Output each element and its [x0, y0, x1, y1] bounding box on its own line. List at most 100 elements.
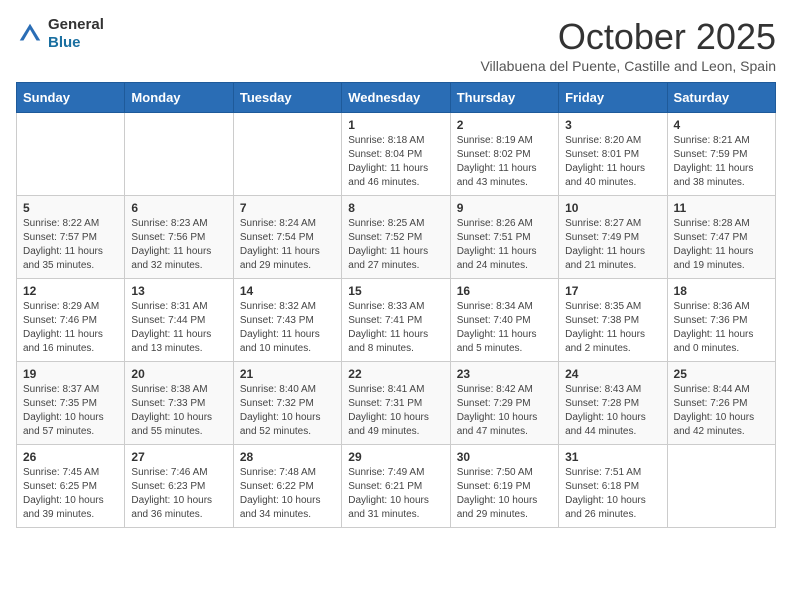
- day-number: 20: [131, 367, 226, 381]
- calendar-cell: 23Sunrise: 8:42 AMSunset: 7:29 PMDayligh…: [450, 362, 558, 445]
- weekday-header-thursday: Thursday: [450, 83, 558, 113]
- calendar-cell: 5 Sunrise: 8:22 AMSunset: 7:57 PMDaylight…: [17, 196, 125, 279]
- calendar-cell: 7Sunrise: 8:24 AMSunset: 7:54 PMDaylight…: [233, 196, 341, 279]
- day-number: 12: [23, 284, 118, 298]
- calendar-week-row: 26Sunrise: 7:45 AMSunset: 6:25 PMDayligh…: [17, 445, 776, 528]
- calendar-cell: 6 Sunrise: 8:23 AMSunset: 7:56 PMDaylight…: [125, 196, 233, 279]
- calendar-week-row: 19 Sunrise: 8:37 AMSunset: 7:35 PMDayligh…: [17, 362, 776, 445]
- day-info: Sunrise: 7:50 AMSunset: 6:19 PMDaylight:…: [457, 466, 552, 522]
- day-number: 19: [23, 367, 118, 381]
- calendar-cell: 4Sunrise: 8:21 AMSunset: 7:59 PMDaylight…: [667, 113, 775, 196]
- day-info: Sunrise: 7:46 AMSunset: 6:23 PMDaylight:…: [131, 466, 226, 522]
- calendar-cell: 3Sunrise: 8:20 AMSunset: 8:01 PMDaylight…: [559, 113, 667, 196]
- day-info: Sunrise: 8:28 AMSunset: 7:47 PMDaylight:…: [674, 217, 769, 273]
- weekday-header-wednesday: Wednesday: [342, 83, 450, 113]
- calendar-table: SundayMondayTuesdayWednesdayThursdayFrid…: [16, 82, 776, 528]
- day-number: 29: [348, 450, 443, 464]
- calendar-cell: 17Sunrise: 8:35 AMSunset: 7:38 PMDayligh…: [559, 279, 667, 362]
- day-number: 27: [131, 450, 226, 464]
- day-info: Sunrise: 8:27 AMSunset: 7:49 PMDaylight:…: [565, 217, 660, 273]
- weekday-header-sunday: Sunday: [17, 83, 125, 113]
- day-number: 9: [457, 201, 552, 215]
- calendar-week-row: 12 Sunrise: 8:29 AMSunset: 7:46 PMDayligh…: [17, 279, 776, 362]
- day-number: 30: [457, 450, 552, 464]
- day-info: Sunrise: 8:19 AMSunset: 8:02 PMDaylight:…: [457, 134, 552, 190]
- calendar-week-row: 1 Sunrise: 8:18 AMSunset: 8:04 PMDaylight…: [17, 113, 776, 196]
- day-info: Sunrise: 8:41 AMSunset: 7:31 PMDaylight:…: [348, 383, 443, 439]
- title-block: October 2025 Villabuena del Puente, Cast…: [480, 16, 776, 74]
- day-info: Sunrise: 8:34 AMSunset: 7:40 PMDaylight:…: [457, 300, 552, 356]
- calendar-cell: 15 Sunrise: 8:33 AMSunset: 7:41 PMDayligh…: [342, 279, 450, 362]
- calendar-cell: 30 Sunrise: 7:50 AMSunset: 6:19 PMDayligh…: [450, 445, 558, 528]
- day-number: 2: [457, 118, 552, 132]
- calendar-header-row: SundayMondayTuesdayWednesdayThursdayFrid…: [17, 83, 776, 113]
- day-number: 1: [348, 118, 443, 132]
- day-info: Sunrise: 8:18 AMSunset: 8:04 PMDaylight:…: [348, 134, 443, 190]
- weekday-header-saturday: Saturday: [667, 83, 775, 113]
- day-info: Sunrise: 7:48 AMSunset: 6:22 PMDaylight:…: [240, 466, 335, 522]
- day-info: Sunrise: 8:32 AMSunset: 7:43 PMDaylight:…: [240, 300, 335, 356]
- calendar-cell: 31Sunrise: 7:51 AMSunset: 6:18 PMDayligh…: [559, 445, 667, 528]
- calendar-cell: 16Sunrise: 8:34 AMSunset: 7:40 PMDayligh…: [450, 279, 558, 362]
- calendar-cell: 12 Sunrise: 8:29 AMSunset: 7:46 PMDayligh…: [17, 279, 125, 362]
- day-info: Sunrise: 8:38 AMSunset: 7:33 PMDaylight:…: [131, 383, 226, 439]
- day-info: Sunrise: 7:49 AMSunset: 6:21 PMDaylight:…: [348, 466, 443, 522]
- weekday-header-monday: Monday: [125, 83, 233, 113]
- calendar-cell: 20 Sunrise: 8:38 AMSunset: 7:33 PMDayligh…: [125, 362, 233, 445]
- day-number: 5: [23, 201, 118, 215]
- weekday-header-tuesday: Tuesday: [233, 83, 341, 113]
- calendar-cell: 29 Sunrise: 7:49 AMSunset: 6:21 PMDayligh…: [342, 445, 450, 528]
- logo-text: General Blue: [48, 16, 104, 52]
- calendar-cell: 9 Sunrise: 8:26 AMSunset: 7:51 PMDaylight…: [450, 196, 558, 279]
- day-info: Sunrise: 8:25 AMSunset: 7:52 PMDaylight:…: [348, 217, 443, 273]
- day-info: Sunrise: 8:37 AMSunset: 7:35 PMDaylight:…: [23, 383, 118, 439]
- calendar-cell: 28 Sunrise: 7:48 AMSunset: 6:22 PMDayligh…: [233, 445, 341, 528]
- day-info: Sunrise: 7:45 AMSunset: 6:25 PMDaylight:…: [23, 466, 118, 522]
- calendar-cell: 11 Sunrise: 8:28 AMSunset: 7:47 PMDayligh…: [667, 196, 775, 279]
- calendar-cell: [17, 113, 125, 196]
- calendar-cell: 13Sunrise: 8:31 AMSunset: 7:44 PMDayligh…: [125, 279, 233, 362]
- day-number: 22: [348, 367, 443, 381]
- day-number: 21: [240, 367, 335, 381]
- day-number: 4: [674, 118, 769, 132]
- calendar-cell: 25 Sunrise: 8:44 AMSunset: 7:26 PMDayligh…: [667, 362, 775, 445]
- day-info: Sunrise: 8:23 AMSunset: 7:56 PMDaylight:…: [131, 217, 226, 273]
- day-number: 8: [348, 201, 443, 215]
- calendar-cell: 10 Sunrise: 8:27 AMSunset: 7:49 PMDayligh…: [559, 196, 667, 279]
- day-number: 3: [565, 118, 660, 132]
- day-info: Sunrise: 8:42 AMSunset: 7:29 PMDaylight:…: [457, 383, 552, 439]
- calendar-cell: 18Sunrise: 8:36 AMSunset: 7:36 PMDayligh…: [667, 279, 775, 362]
- day-info: Sunrise: 8:44 AMSunset: 7:26 PMDaylight:…: [674, 383, 769, 439]
- calendar-cell: 14 Sunrise: 8:32 AMSunset: 7:43 PMDayligh…: [233, 279, 341, 362]
- day-info: Sunrise: 8:36 AMSunset: 7:36 PMDaylight:…: [674, 300, 769, 356]
- weekday-header-friday: Friday: [559, 83, 667, 113]
- calendar-cell: [233, 113, 341, 196]
- day-number: 6: [131, 201, 226, 215]
- calendar-cell: 24Sunrise: 8:43 AMSunset: 7:28 PMDayligh…: [559, 362, 667, 445]
- day-info: Sunrise: 8:33 AMSunset: 7:41 PMDaylight:…: [348, 300, 443, 356]
- day-number: 14: [240, 284, 335, 298]
- day-info: Sunrise: 8:40 AMSunset: 7:32 PMDaylight:…: [240, 383, 335, 439]
- day-info: Sunrise: 8:24 AMSunset: 7:54 PMDaylight:…: [240, 217, 335, 273]
- day-info: Sunrise: 8:29 AMSunset: 7:46 PMDaylight:…: [23, 300, 118, 356]
- day-number: 11: [674, 201, 769, 215]
- logo-icon: [16, 20, 44, 48]
- calendar-cell: 19 Sunrise: 8:37 AMSunset: 7:35 PMDayligh…: [17, 362, 125, 445]
- day-info: Sunrise: 8:22 AMSunset: 7:57 PMDaylight:…: [23, 217, 118, 273]
- calendar-cell: [667, 445, 775, 528]
- calendar-week-row: 5 Sunrise: 8:22 AMSunset: 7:57 PMDaylight…: [17, 196, 776, 279]
- day-info: Sunrise: 8:26 AMSunset: 7:51 PMDaylight:…: [457, 217, 552, 273]
- day-info: Sunrise: 8:35 AMSunset: 7:38 PMDaylight:…: [565, 300, 660, 356]
- day-info: Sunrise: 8:31 AMSunset: 7:44 PMDaylight:…: [131, 300, 226, 356]
- day-number: 15: [348, 284, 443, 298]
- page-header: General Blue October 2025 Villabuena del…: [16, 16, 776, 74]
- day-number: 31: [565, 450, 660, 464]
- calendar-cell: 21 Sunrise: 8:40 AMSunset: 7:32 PMDayligh…: [233, 362, 341, 445]
- calendar-cell: 26Sunrise: 7:45 AMSunset: 6:25 PMDayligh…: [17, 445, 125, 528]
- calendar-cell: 27 Sunrise: 7:46 AMSunset: 6:23 PMDayligh…: [125, 445, 233, 528]
- calendar-cell: 22 Sunrise: 8:41 AMSunset: 7:31 PMDayligh…: [342, 362, 450, 445]
- calendar-cell: 8 Sunrise: 8:25 AMSunset: 7:52 PMDaylight…: [342, 196, 450, 279]
- day-number: 25: [674, 367, 769, 381]
- day-number: 28: [240, 450, 335, 464]
- day-number: 10: [565, 201, 660, 215]
